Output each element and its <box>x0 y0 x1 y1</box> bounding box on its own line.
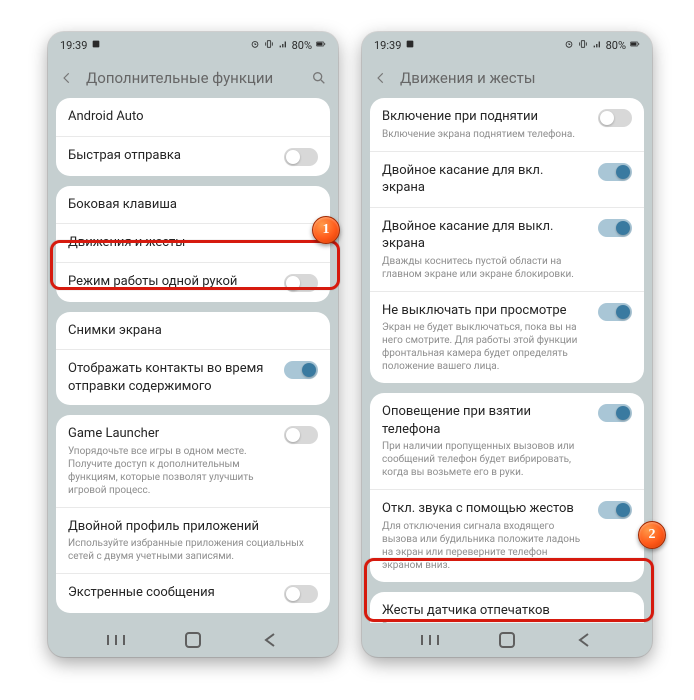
row-title: Быстрая отправка <box>68 147 274 165</box>
signal-icon <box>278 39 288 52</box>
settings-row[interactable]: Game Launcher Упорядочьте все игры в одно… <box>56 415 330 507</box>
row-title: Двойное касание для вкл. экрана <box>382 162 588 197</box>
row-title: Оповещение при взятии телефона <box>382 403 588 438</box>
battery-text: 80% <box>606 39 626 52</box>
stage: 19:39 80% Дополнительные функции An <box>0 0 694 700</box>
vibrate-icon <box>578 39 588 52</box>
statusbar: 19:39 80% <box>48 32 338 58</box>
signal-icon <box>592 39 602 52</box>
vibrate-icon <box>264 39 274 52</box>
content-scroll[interactable]: Включение при поднятии Включение экрана п… <box>362 98 652 623</box>
settings-row[interactable]: Двойной профиль приложенийИспользуйте из… <box>56 507 330 574</box>
settings-row[interactable]: Движения и жесты <box>56 223 330 262</box>
row-subtitle: Включение экрана поднятием телефона. <box>382 128 588 141</box>
toggle[interactable] <box>598 219 632 237</box>
battery-icon <box>630 39 640 52</box>
toggle[interactable] <box>284 274 318 292</box>
settings-row[interactable]: Снимки экрана <box>56 312 330 350</box>
toggle[interactable] <box>598 109 632 127</box>
row-title: Двойное касание для выкл. экрана <box>382 218 588 253</box>
row-subtitle: Включено <box>382 621 632 623</box>
status-time: 19:39 <box>60 39 87 52</box>
settings-row[interactable]: Откл. звука с помощью жестов Для отключен… <box>370 489 644 582</box>
row-title: Боковая клавиша <box>68 196 318 214</box>
settings-group: Game Launcher Упорядочьте все игры в одно… <box>56 415 330 613</box>
settings-row[interactable]: Экстренные сообщения <box>56 573 330 613</box>
row-title: Движения и жесты <box>68 234 318 252</box>
row-subtitle: Для отключения сигнала входящего вызова … <box>382 520 588 572</box>
header: Дополнительные функции <box>48 58 338 98</box>
row-title: Режим работы одной рукой <box>68 273 274 291</box>
navbar <box>48 623 338 657</box>
recents-button[interactable] <box>417 627 443 653</box>
toggle[interactable] <box>598 501 632 519</box>
search-button[interactable] <box>310 69 328 87</box>
notif-icon <box>405 39 415 52</box>
row-subtitle: При наличии пропущенных вызовов или сооб… <box>382 440 588 479</box>
settings-group: Оповещение при взятии телефонаПри наличи… <box>370 393 644 582</box>
toggle[interactable] <box>284 585 318 603</box>
back-button[interactable] <box>372 69 390 87</box>
settings-row[interactable]: Двойное касание для вкл. экрана <box>370 151 644 207</box>
content-scroll[interactable]: Android Auto Быстрая отправка Боковая клав… <box>48 98 338 623</box>
settings-group: Снимки экрана Отображать контакты во врем… <box>56 312 330 406</box>
toggle[interactable] <box>284 361 318 379</box>
settings-row[interactable]: Режим работы одной рукой <box>56 262 330 302</box>
row-title: Двойной профиль приложений <box>68 518 318 536</box>
recents-button[interactable] <box>103 627 129 653</box>
notif-icon <box>91 39 101 52</box>
header: Движения и жесты <box>362 58 652 98</box>
settings-row[interactable]: Быстрая отправка <box>56 136 330 176</box>
alarm-icon <box>250 39 260 52</box>
settings-row[interactable]: Боковая клавиша <box>56 186 330 224</box>
settings-row[interactable]: Оповещение при взятии телефонаПри наличи… <box>370 393 644 489</box>
row-title: Отображать контакты во время отправки со… <box>68 360 274 395</box>
status-time: 19:39 <box>374 39 401 52</box>
battery-icon <box>316 39 326 52</box>
row-title: Экстренные сообщения <box>68 584 274 602</box>
row-title: Android Auto <box>68 108 318 126</box>
toggle[interactable] <box>284 148 318 166</box>
row-title: Включение при поднятии <box>382 108 588 126</box>
settings-group: Включение при поднятии Включение экрана п… <box>370 98 644 383</box>
home-button[interactable] <box>180 627 206 653</box>
settings-row[interactable]: Двойное касание для выкл. экранаДважды к… <box>370 207 644 291</box>
settings-group: Жесты датчика отпечатковВключеноСнимок э… <box>370 592 644 623</box>
settings-row[interactable]: Не выключать при просмотреЭкран не будет… <box>370 291 644 384</box>
row-subtitle: Дважды коснитесь пустой области на главн… <box>382 255 588 281</box>
settings-group: Android Auto Быстрая отправка <box>56 98 330 176</box>
alarm-icon <box>564 39 574 52</box>
badge-1: 1 <box>312 216 340 244</box>
navbar <box>362 623 652 657</box>
row-title: Снимки экрана <box>68 322 318 340</box>
badge-2: 2 <box>638 521 666 549</box>
settings-row[interactable]: Жесты датчика отпечатковВключено <box>370 592 644 623</box>
row-subtitle: Используйте избранные приложения социаль… <box>68 537 318 563</box>
row-title: Game Launcher <box>68 425 274 443</box>
toggle[interactable] <box>598 404 632 422</box>
settings-row[interactable]: Android Auto <box>56 98 330 136</box>
settings-row[interactable]: Отображать контакты во время отправки со… <box>56 349 330 405</box>
home-button[interactable] <box>494 627 520 653</box>
row-subtitle: Упорядочьте все игры в одном месте. Полу… <box>68 445 274 497</box>
row-title: Откл. звука с помощью жестов <box>382 500 588 518</box>
row-title: Не выключать при просмотре <box>382 302 588 320</box>
row-title: Жесты датчика отпечатков <box>382 602 632 620</box>
toggle[interactable] <box>284 426 318 444</box>
back-nav-button[interactable] <box>257 627 283 653</box>
phone-left: 19:39 80% Дополнительные функции An <box>48 32 338 657</box>
row-subtitle: Экран не будет выключаться, пока вы на н… <box>382 321 588 373</box>
back-nav-button[interactable] <box>571 627 597 653</box>
statusbar: 19:39 80% <box>362 32 652 58</box>
page-title: Дополнительные функции <box>86 69 300 87</box>
toggle[interactable] <box>598 303 632 321</box>
toggle[interactable] <box>598 163 632 181</box>
page-title: Движения и жесты <box>400 69 642 87</box>
phone-right: 19:39 80% Движения и жесты Включение при… <box>362 32 652 657</box>
back-button[interactable] <box>58 69 76 87</box>
settings-group: Боковая клавиша Движения и жесты Режим раб… <box>56 186 330 302</box>
battery-text: 80% <box>292 39 312 52</box>
settings-row[interactable]: Включение при поднятии Включение экрана п… <box>370 98 644 151</box>
